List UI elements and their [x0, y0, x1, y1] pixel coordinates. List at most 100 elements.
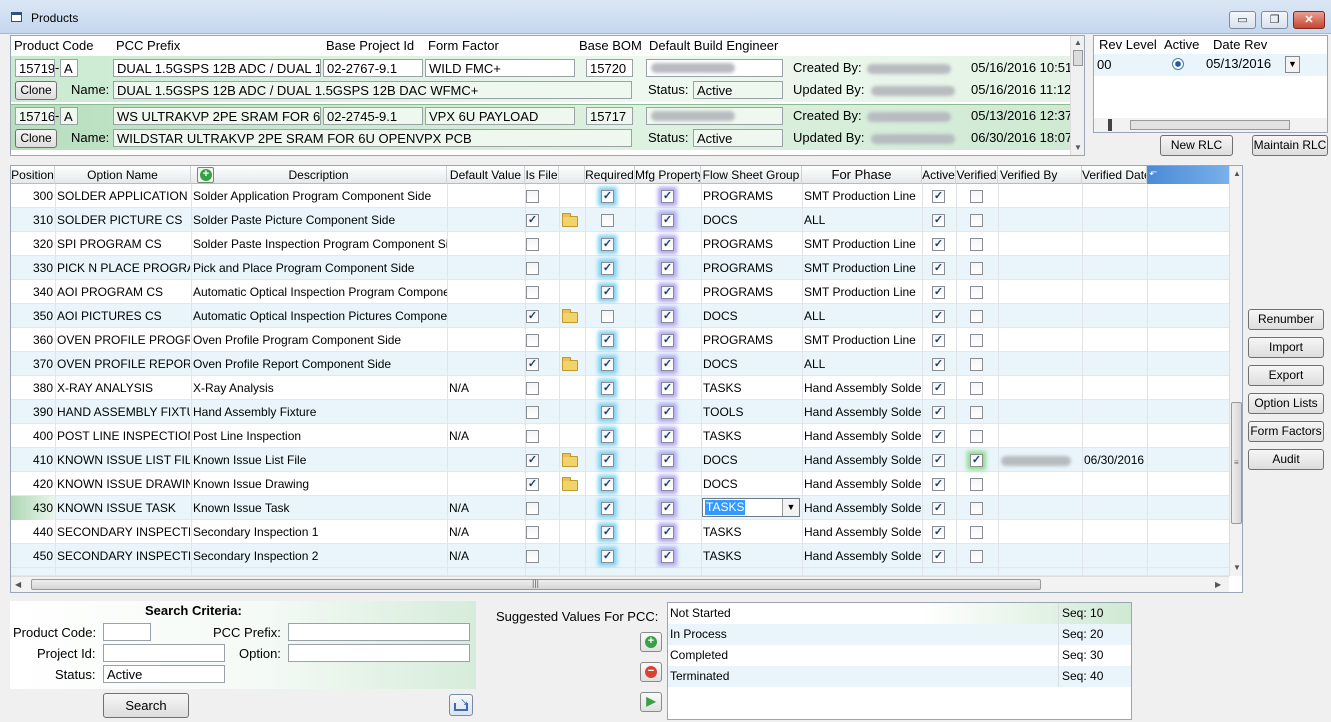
pcc-prefix-field[interactable]: WS ULTRAKVP 2PE SRAM FOR 6	[113, 107, 321, 125]
verified-checkbox[interactable]	[970, 310, 983, 323]
base-bom-field[interactable]: 15720	[586, 59, 633, 77]
active-checkbox[interactable]: ✓	[932, 382, 945, 395]
mfg-property-checkbox[interactable]: ✓	[661, 262, 674, 275]
required-checkbox[interactable]: ✓	[601, 430, 614, 443]
active-checkbox[interactable]: ✓	[932, 358, 945, 371]
required-checkbox[interactable]: ✓	[601, 262, 614, 275]
col-position[interactable]: Position	[11, 166, 55, 184]
cell-verified-date[interactable]	[1084, 520, 1147, 544]
active-checkbox[interactable]: ✓	[932, 502, 945, 515]
cell-for-phase[interactable]: Hand Assembly Soldering	[804, 400, 921, 424]
required-checkbox[interactable]: ✓	[601, 358, 614, 371]
verified-checkbox[interactable]	[970, 286, 983, 299]
cell-flow-sheet-group[interactable]: PROGRAMS	[703, 328, 801, 352]
pcc-prefix-field[interactable]: DUAL 1.5GSPS 12B ADC / DUAL 1	[113, 59, 321, 77]
is-file-checkbox[interactable]: ✓	[526, 358, 539, 371]
cell-default-value[interactable]	[449, 208, 525, 232]
is-file-checkbox[interactable]	[526, 190, 539, 203]
cell-default-value[interactable]: N/A	[449, 376, 525, 400]
cell-position[interactable]: 410	[11, 448, 55, 472]
cell-description[interactable]: Automatic Optical Inspection Program Com…	[193, 280, 447, 304]
cell-position[interactable]: 300	[11, 184, 55, 208]
cell-for-phase[interactable]: Hand Assembly Soldering	[804, 448, 921, 472]
cell-verified-date[interactable]	[1084, 544, 1147, 568]
cell-position[interactable]: 430	[11, 496, 55, 520]
cell-option-name[interactable]: HAND ASSEMBLY FIXTUR	[57, 400, 190, 424]
option-lists-button[interactable]: Option Lists	[1248, 393, 1324, 414]
cell-position[interactable]: 440	[11, 520, 55, 544]
base-bom-field[interactable]: 15717	[586, 107, 633, 125]
clone-button[interactable]: Clone	[15, 129, 57, 148]
table-row[interactable]: 450SECONDARY INSPECTIONSecondary Inspect…	[11, 544, 1229, 568]
is-file-checkbox[interactable]	[526, 334, 539, 347]
date-dropdown-icon[interactable]: ▼	[1285, 56, 1300, 73]
cell-flow-sheet-group[interactable]: PROGRAMS	[703, 280, 801, 304]
required-checkbox[interactable]	[601, 214, 614, 227]
cell-option-name[interactable]: SOLDER APPLICATION PR	[57, 184, 190, 208]
is-file-checkbox[interactable]: ✓	[526, 310, 539, 323]
table-row[interactable]: 340 AOI PROGRAM CS Automatic Optical Inspe…	[11, 280, 1229, 304]
verified-checkbox[interactable]	[970, 526, 983, 539]
required-checkbox[interactable]: ✓	[601, 550, 614, 563]
cell-description[interactable]: Solder Paste Picture Component Side	[193, 208, 447, 232]
mfg-property-checkbox[interactable]: ✓	[661, 310, 674, 323]
mfg-property-checkbox[interactable]: ✓	[661, 286, 674, 299]
cell-verified-date[interactable]	[1084, 472, 1147, 496]
mfg-property-checkbox[interactable]: ✓	[661, 190, 674, 203]
search-product-code-input[interactable]	[103, 623, 151, 641]
cell-verified-date[interactable]	[1084, 424, 1147, 448]
cell-verified-date[interactable]	[1084, 208, 1147, 232]
minimize-button[interactable]: ▭	[1229, 11, 1256, 29]
table-row[interactable]: 410 KNOWN ISSUE LIST FILE Known Issue List…	[11, 448, 1229, 472]
list-item[interactable]: In Process Seq: 20	[668, 624, 1131, 645]
cell-default-value[interactable]: N/A	[449, 544, 525, 568]
mfg-property-checkbox[interactable]: ✓	[661, 382, 674, 395]
product-name-field[interactable]: WILDSTAR ULTRAKVP 2PE SRAM FOR 6U OPENVP…	[113, 129, 632, 147]
cell-position[interactable]: 380	[11, 376, 55, 400]
cell-verified-date[interactable]	[1084, 232, 1147, 256]
col-required[interactable]: Required	[585, 166, 635, 184]
cell-verified-date[interactable]	[1084, 328, 1147, 352]
cell-description[interactable]: X-Ray Analysis	[193, 376, 447, 400]
grid-hscrollbar[interactable]: ◀ ||| ▶	[11, 576, 1229, 592]
list-item[interactable]: Not Started Seq: 10	[668, 603, 1131, 624]
mfg-property-checkbox[interactable]: ✓	[661, 214, 674, 227]
required-checkbox[interactable]: ✓	[601, 454, 614, 467]
cell-description[interactable]: Solder Paste Inspection Program Componen…	[193, 232, 447, 256]
mfg-property-checkbox[interactable]: ✓	[661, 334, 674, 347]
cell-for-phase[interactable]: Hand Assembly Soldering	[804, 520, 921, 544]
is-file-checkbox[interactable]: ✓	[526, 478, 539, 491]
cell-position[interactable]: 400	[11, 424, 55, 448]
cell-default-value[interactable]: N/A	[449, 496, 525, 520]
folder-icon[interactable]	[562, 357, 578, 371]
cell-option-name[interactable]: KNOWN ISSUE TASK	[57, 496, 190, 520]
is-file-checkbox[interactable]	[526, 550, 539, 563]
cell-flow-sheet-group[interactable]: TASKS	[703, 544, 801, 568]
active-checkbox[interactable]: ✓	[932, 238, 945, 251]
cell-option-name[interactable]: SECONDARY INSPECTION	[57, 520, 190, 544]
search-option-input[interactable]	[288, 644, 470, 662]
active-checkbox[interactable]: ✓	[932, 214, 945, 227]
cell-default-value[interactable]	[449, 352, 525, 376]
product-rev-field[interactable]: A	[60, 59, 78, 77]
col-verified[interactable]: Verified	[956, 166, 998, 184]
folder-icon[interactable]	[562, 309, 578, 323]
required-checkbox[interactable]: ✓	[601, 238, 614, 251]
cell-for-phase[interactable]: SMT Production Line	[804, 280, 921, 304]
product-code-field[interactable]: 15716	[15, 107, 55, 125]
maximize-button[interactable]: ❐	[1261, 11, 1288, 29]
cell-default-value[interactable]	[449, 448, 525, 472]
mfg-property-checkbox[interactable]: ✓	[661, 358, 674, 371]
cell-option-name[interactable]: AOI PICTURES CS	[57, 304, 190, 328]
add-option-button[interactable]: +	[197, 167, 214, 183]
is-file-checkbox[interactable]	[526, 238, 539, 251]
cell-for-phase[interactable]: SMT Production Line	[804, 232, 921, 256]
required-checkbox[interactable]: ✓	[601, 406, 614, 419]
col-flow-sheet-group[interactable]: Flow Sheet Group	[701, 166, 802, 184]
required-checkbox[interactable]: ✓	[601, 502, 614, 515]
cell-position[interactable]: 320	[11, 232, 55, 256]
active-checkbox[interactable]: ✓	[932, 454, 945, 467]
list-item[interactable]: Completed Seq: 30	[668, 645, 1131, 666]
mfg-property-checkbox[interactable]: ✓	[661, 502, 674, 515]
cell-verified-date[interactable]	[1084, 352, 1147, 376]
